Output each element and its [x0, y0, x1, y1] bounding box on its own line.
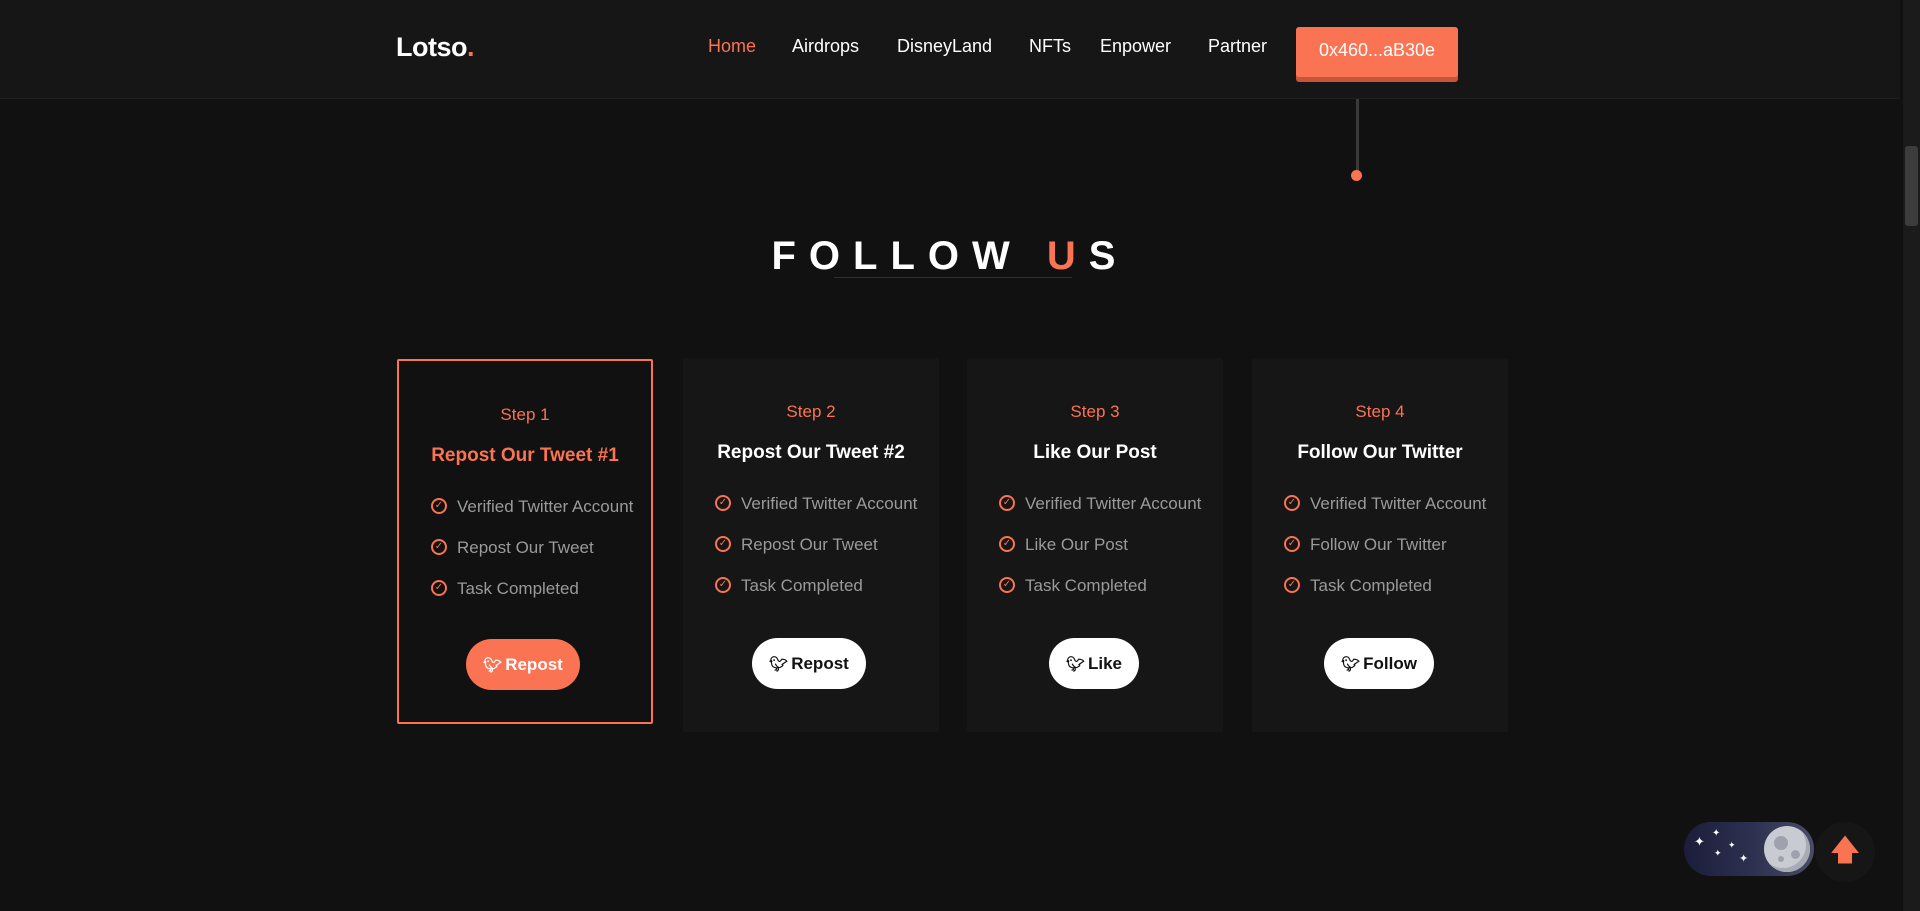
check-circle-icon: ✓ [431, 579, 447, 596]
button-label: Repost [791, 654, 849, 673]
card-feature: ✓ Verified Twitter Account [431, 497, 633, 517]
moon-crater [1778, 856, 1784, 862]
star-icon: ✦ [1714, 848, 1722, 858]
repost-button-2[interactable]: 🐦︎ Repost [752, 638, 866, 689]
card-step-label: Step 2 [786, 402, 836, 421]
wallet-address-button[interactable]: 0x460...aB30e [1296, 27, 1458, 77]
star-icon: ✦ [1694, 834, 1705, 849]
feature-text: Task Completed [741, 576, 863, 595]
check-circle-icon: ✓ [715, 576, 731, 593]
check-circle-icon: ✓ [431, 497, 447, 514]
check-circle-icon: ✓ [1284, 535, 1300, 552]
card-title: Follow Our Twitter [1297, 442, 1463, 463]
feature-text: Task Completed [1025, 576, 1147, 595]
step-card-2[interactable]: Step 2 Repost Our Tweet #2 ✓ Verified Twi… [683, 358, 939, 732]
timeline-dot [1351, 170, 1362, 181]
nav-home[interactable]: Home [708, 36, 756, 57]
scrollbar-thumb[interactable] [1905, 146, 1918, 226]
section-title: FOLLOW US [0, 234, 1900, 279]
check-circle-icon: ✓ [1284, 576, 1300, 593]
logo[interactable]: Lotso. [396, 32, 475, 63]
nav-disneyland[interactable]: DisneyLand [897, 36, 992, 57]
nav-nfts[interactable]: NFTs [1029, 36, 1071, 57]
feature-text: Repost Our Tweet [741, 535, 878, 554]
card-feature: ✓ Repost Our Tweet [715, 535, 878, 555]
nav-enpower[interactable]: Enpower [1100, 36, 1171, 57]
moon-crater [1774, 836, 1788, 850]
site-header: Lotso. Home Airdrops DisneyLand NFTs Enp… [0, 0, 1900, 99]
feature-text: Verified Twitter Account [1310, 494, 1487, 513]
card-title: Repost Our Tweet #1 [431, 445, 619, 466]
card-feature: ✓ Like Our Post [999, 535, 1128, 555]
moon-icon [1764, 826, 1810, 872]
card-feature: ✓ Task Completed [999, 576, 1147, 596]
card-step-label: Step 1 [500, 405, 550, 424]
card-feature: ✓ Verified Twitter Account [1284, 494, 1486, 514]
nav-partner[interactable]: Partner [1208, 36, 1267, 57]
title-letter-s: S [1088, 234, 1129, 278]
moon-crater [1791, 850, 1800, 859]
like-button[interactable]: 🐦︎ Like [1049, 638, 1139, 689]
card-feature: ✓ Task Completed [715, 576, 863, 596]
step-card-3[interactable]: Step 3 Like Our Post ✓ Verified Twitter A… [967, 358, 1223, 732]
card-title: Like Our Post [1033, 442, 1157, 463]
scrollbar-track[interactable] [1903, 0, 1920, 911]
check-circle-icon: ✓ [715, 494, 731, 511]
card-step-label: Step 4 [1355, 402, 1405, 421]
feature-text: Task Completed [457, 579, 579, 598]
follow-button[interactable]: 🐦︎ Follow [1324, 638, 1434, 689]
card-feature: ✓ Verified Twitter Account [999, 494, 1201, 514]
twitter-bird-icon: 🐦︎ [1065, 656, 1085, 673]
button-label: Like [1088, 654, 1123, 673]
check-circle-icon: ✓ [715, 535, 731, 552]
check-circle-icon: ✓ [1284, 494, 1300, 511]
feature-text: Task Completed [1310, 576, 1432, 595]
arrow-up-icon: 🡅 [1829, 834, 1861, 867]
check-circle-icon: ✓ [999, 576, 1015, 593]
feature-text: Verified Twitter Account [1025, 494, 1202, 513]
scroll-to-top-button[interactable]: 🡅 [1815, 822, 1875, 882]
step-card-4[interactable]: Step 4 Follow Our Twitter ✓ Verified Twit… [1252, 358, 1508, 732]
button-label: Repost [505, 655, 563, 674]
card-step-label: Step 3 [1070, 402, 1120, 421]
button-label: Follow [1363, 654, 1417, 673]
title-word-follow: FOLLOW [771, 234, 1023, 278]
twitter-bird-icon: 🐦︎ [1341, 656, 1361, 673]
nav-airdrops[interactable]: Airdrops [792, 36, 859, 57]
feature-text: Follow Our Twitter [1310, 535, 1447, 554]
card-feature: ✓ Verified Twitter Account [715, 494, 917, 514]
card-feature: ✓ Task Completed [1284, 576, 1432, 596]
card-feature: ✓ Task Completed [431, 579, 579, 599]
check-circle-icon: ✓ [999, 535, 1015, 552]
title-underline [834, 277, 1072, 278]
timeline-line [1356, 99, 1359, 171]
title-letter-u: U [1046, 234, 1089, 278]
step-card-1[interactable]: Step 1 Repost Our Tweet #1 ✓ Verified Twi… [397, 359, 653, 724]
card-title: Repost Our Tweet #2 [717, 442, 905, 463]
star-icon: ✦ [1728, 840, 1736, 850]
star-icon: ✦ [1739, 853, 1749, 865]
logo-dot: . [467, 32, 475, 62]
star-icon: ✦ [1712, 828, 1721, 839]
twitter-bird-icon: 🐦︎ [769, 656, 789, 673]
card-feature: ✓ Repost Our Tweet [431, 538, 594, 558]
check-circle-icon: ✓ [431, 538, 447, 555]
feature-text: Verified Twitter Account [457, 497, 634, 516]
feature-text: Repost Our Tweet [457, 538, 594, 557]
feature-text: Like Our Post [1025, 535, 1128, 554]
theme-toggle[interactable]: ✦ ✦ ✦ ✦ ✦ [1684, 822, 1814, 876]
card-feature: ✓ Follow Our Twitter [1284, 535, 1447, 555]
feature-text: Verified Twitter Account [741, 494, 918, 513]
twitter-bird-icon: 🐦︎ [483, 657, 503, 674]
repost-button-1[interactable]: 🐦︎ Repost [466, 639, 580, 690]
check-circle-icon: ✓ [999, 494, 1015, 511]
logo-text: Lotso [396, 32, 468, 62]
